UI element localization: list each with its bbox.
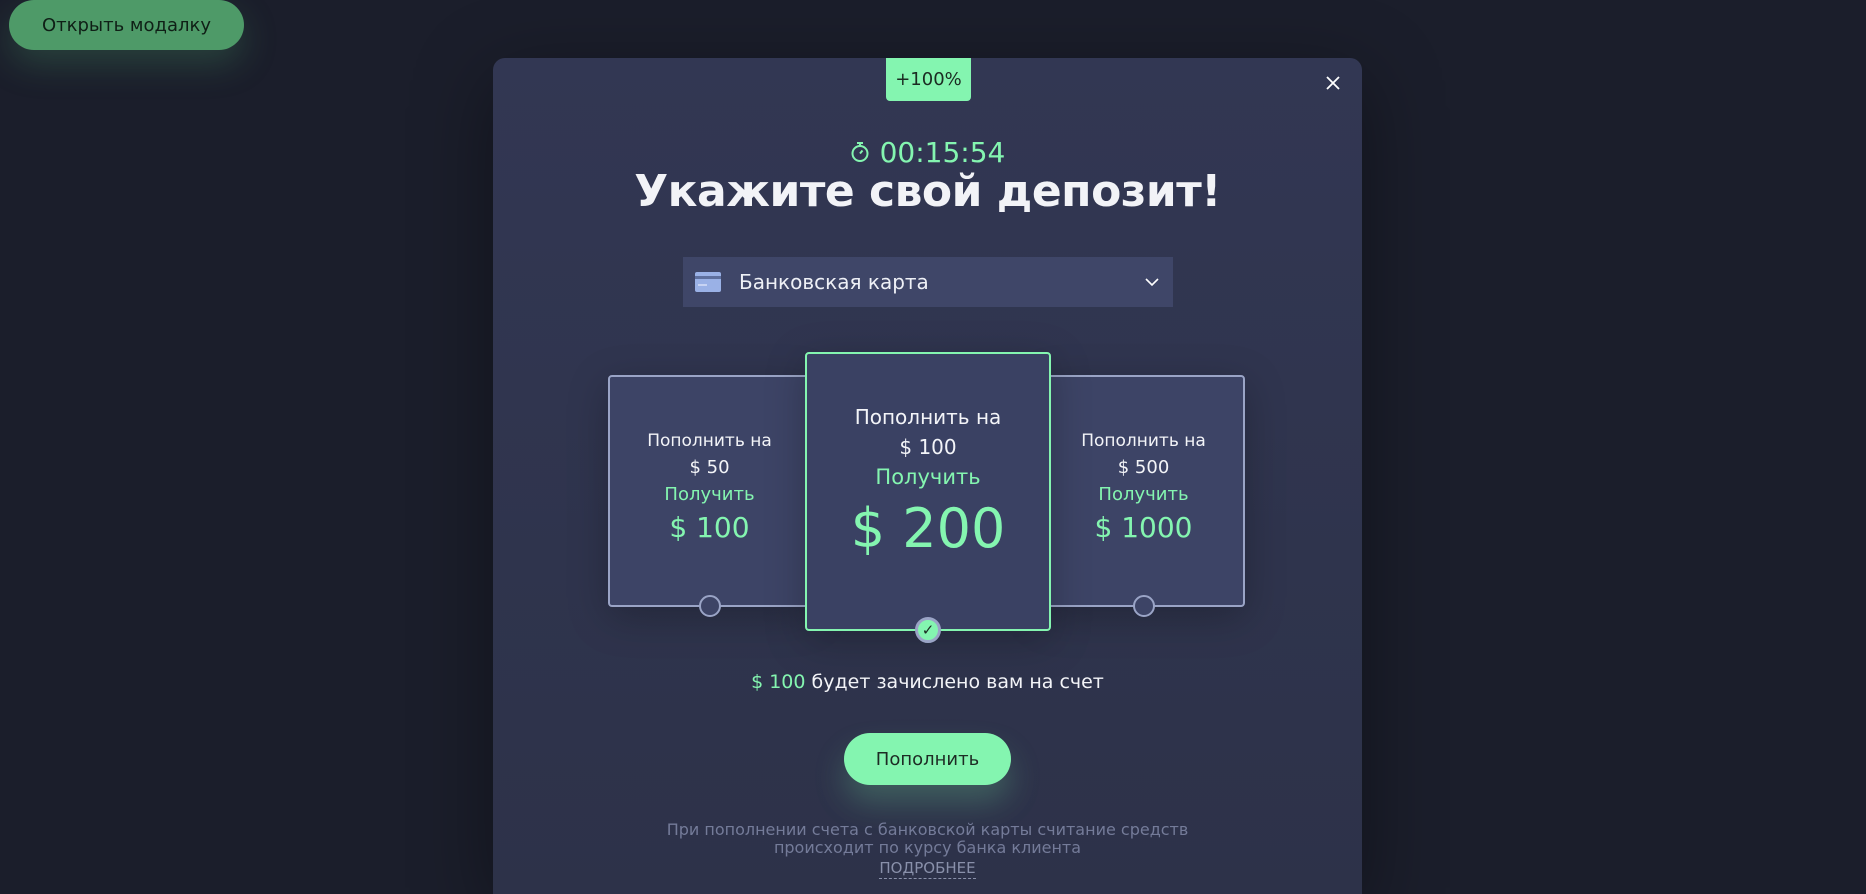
option-deposit: $ 50 [689, 457, 730, 478]
option-radio[interactable] [698, 595, 721, 617]
deposit-options: Пополнить на $ 50 Получить $ 100 Пополни… [493, 352, 1362, 652]
credit-text: будет зачислено вам на счет [811, 671, 1104, 693]
credit-amount: $ 100 [751, 671, 806, 693]
option-label: Пополнить на [1081, 431, 1206, 451]
modal-title: Укажите свой депозит! [634, 166, 1221, 217]
close-icon[interactable] [1325, 75, 1341, 91]
close-button[interactable] [1320, 70, 1346, 96]
more-info: ПОДРОБНЕЕ [493, 858, 1362, 879]
option-deposit: $ 100 [899, 435, 957, 459]
option-radio[interactable] [1132, 595, 1155, 617]
option-bonus: $ 1000 [1094, 511, 1193, 544]
option-bonus: $ 200 [850, 497, 1006, 560]
credit-summary: $ 100 будет зачислено вам на счет [493, 671, 1362, 693]
payment-method-value: Банковская карта [739, 270, 929, 294]
payment-method-select[interactable]: Банковская карта [683, 257, 1173, 307]
exchange-note: При пополнении счета с банковской карты … [493, 821, 1362, 857]
chevron-down-icon [1145, 278, 1159, 287]
deposit-option-500[interactable]: Пополнить на $ 500 Получить $ 1000 [1042, 375, 1245, 617]
deposit-option-50[interactable]: Пополнить на $ 50 Получить $ 100 [608, 375, 811, 617]
checkmark-icon: ✓ [921, 621, 935, 639]
option-get-label: Получить [664, 484, 755, 505]
stopwatch-icon [851, 142, 869, 162]
exchange-note-line1: При пополнении счета с банковской карты … [666, 820, 1189, 839]
deposit-option-100[interactable]: Пополнить на $ 100 Получить $ 200 ✓ [805, 352, 1051, 643]
open-modal-button[interactable]: Открыть модалку [9, 0, 244, 50]
option-label: Пополнить на [647, 431, 772, 451]
more-info-link[interactable]: ПОДРОБНЕЕ [879, 859, 976, 879]
option-radio-selected[interactable]: ✓ [915, 617, 941, 643]
bank-card-icon [695, 272, 721, 292]
option-bonus: $ 100 [669, 511, 750, 544]
bonus-badge: +100% [886, 58, 971, 101]
exchange-note-line2: происходит по курсу банка клиента [773, 838, 1082, 857]
option-get-label: Получить [875, 465, 981, 489]
option-label: Пополнить на [854, 405, 1002, 429]
deposit-modal: +100% 00:15:54 Укажите свой депозит! Бан… [493, 58, 1362, 894]
option-deposit: $ 500 [1117, 457, 1170, 478]
option-get-label: Получить [1098, 484, 1189, 505]
deposit-submit-button[interactable]: Пополнить [844, 733, 1011, 785]
timer-value: 00:15:54 [879, 135, 1006, 169]
